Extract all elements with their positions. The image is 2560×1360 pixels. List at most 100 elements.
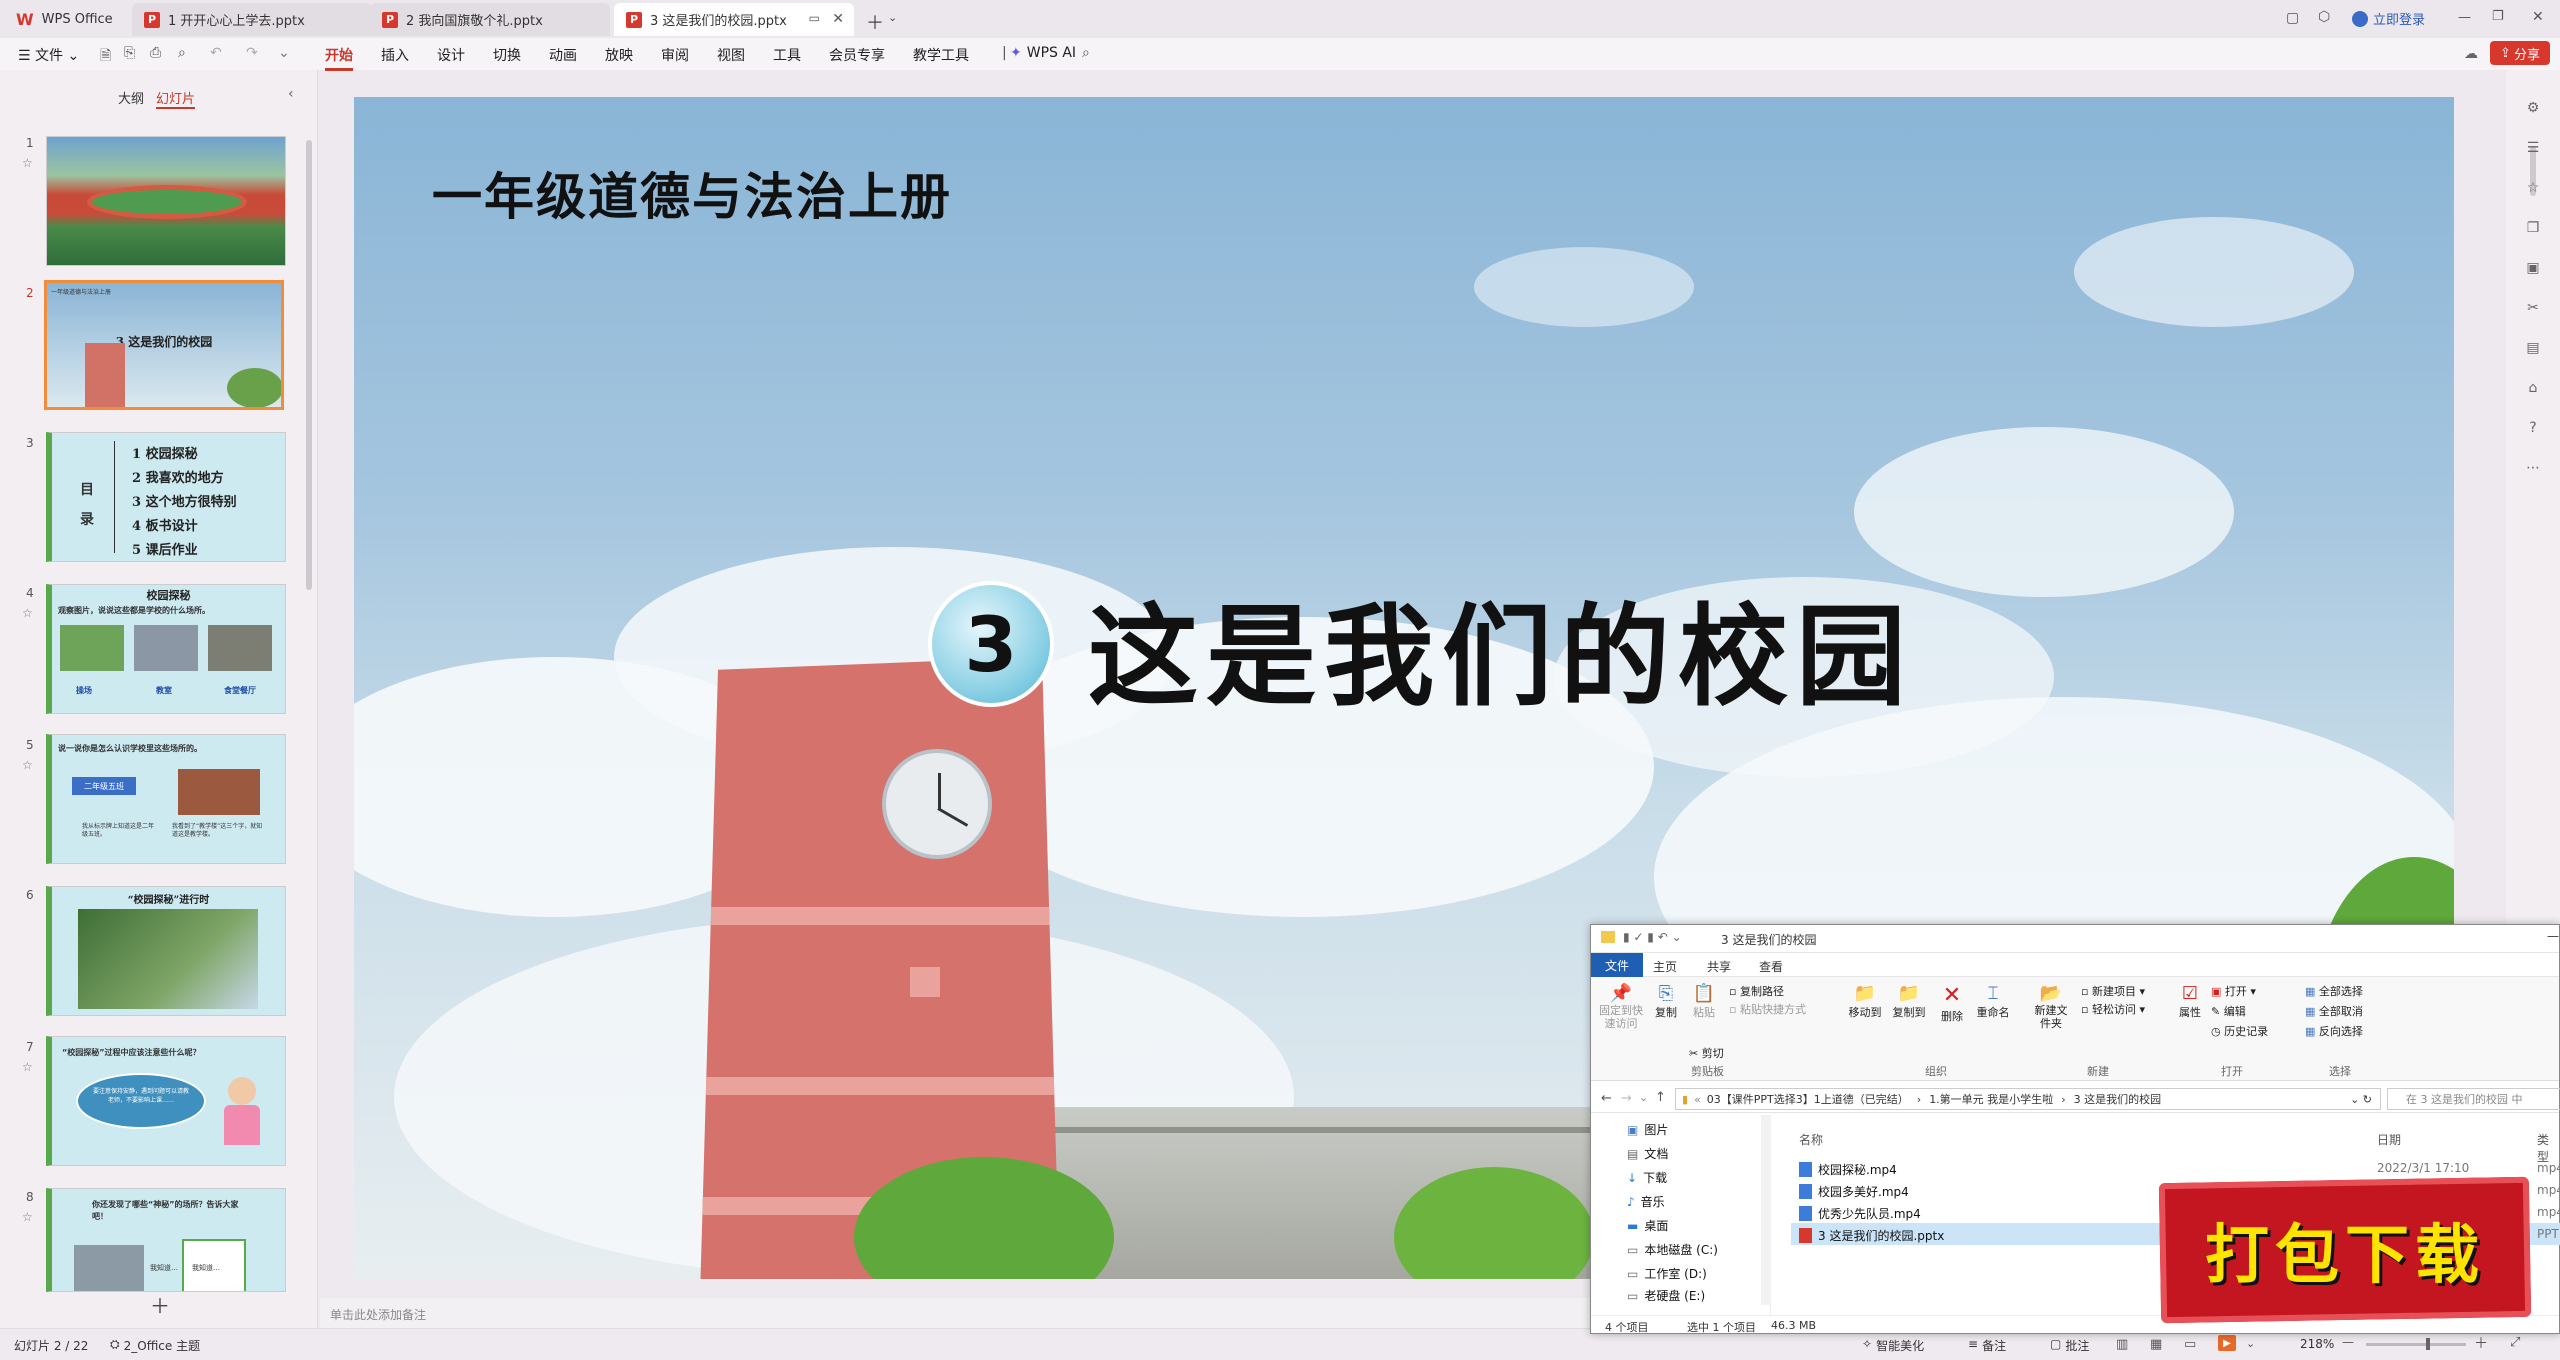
menu-view[interactable]: 视图: [717, 45, 745, 65]
zoom-in-icon[interactable]: ＋: [2474, 1333, 2488, 1353]
menu-animation[interactable]: 动画: [549, 45, 577, 65]
zoom-slider-thumb[interactable]: [2426, 1338, 2430, 1350]
column-header-date[interactable]: 日期: [2377, 1131, 2401, 1148]
file-row[interactable]: 优秀少先队员.mp4: [1799, 1205, 1921, 1222]
nav-pictures[interactable]: ▣ 图片: [1627, 1121, 1668, 1138]
cut-button[interactable]: ✂ 剪切: [1689, 1045, 1724, 1061]
address-input[interactable]: ▮ « 03【课件PPT选择3】1上道德（已完结） › 1.第一单元 我是小学生…: [1675, 1088, 2381, 1110]
ribbon-tab-home[interactable]: 主页: [1653, 958, 1677, 975]
normal-view-icon[interactable]: ▥: [2116, 1337, 2128, 1352]
theme-indicator[interactable]: ⛭ 2_Office 主题: [110, 1337, 200, 1354]
settings-icon[interactable]: ⚙: [2524, 100, 2542, 118]
download-banner[interactable]: 打包下载: [2158, 1176, 2532, 1324]
adjust-icon[interactable]: ☰: [2524, 140, 2542, 158]
invert-selection-button[interactable]: ▦ 反向选择: [2305, 1023, 2363, 1039]
nav-music[interactable]: ♪ 音乐: [1627, 1193, 1665, 1210]
shirt-icon[interactable]: ⌂: [2524, 380, 2542, 398]
minimize-icon[interactable]: —: [2547, 929, 2559, 943]
paste-shortcut-button[interactable]: ▫ 粘贴快捷方式: [1729, 1001, 1806, 1017]
new-tab-icon[interactable]: ＋: [866, 9, 884, 35]
redo-icon[interactable]: ↷: [246, 45, 258, 61]
tab-doc-3[interactable]: P 3 这是我们的校园.pptx ▭ ✕: [614, 3, 854, 36]
menu-review[interactable]: 审阅: [661, 45, 689, 65]
slide-thumbnail-2[interactable]: 一年级道德与法治上册 3 这是我们的校园: [44, 280, 284, 410]
login-button[interactable]: 立即登录: [2352, 9, 2425, 28]
slide-thumbnail-5[interactable]: 说一说你是怎么认识学校里这些场所的。 二年级五班 我从标示牌上知道这是二年级五班…: [46, 734, 286, 864]
address-dropdown-icon[interactable]: ⌄ ↻: [2350, 1093, 2372, 1106]
zoom-slider[interactable]: [2366, 1338, 2466, 1350]
layers-icon[interactable]: ❐: [2524, 220, 2542, 238]
undo-icon[interactable]: ↶: [210, 45, 222, 61]
help-icon[interactable]: ?: [2524, 420, 2542, 438]
copy-path-button[interactable]: ▫ 复制路径: [1729, 983, 1784, 999]
tab-doc-2[interactable]: P 2 我向国旗敬个礼.pptx: [370, 3, 610, 36]
beautify-button[interactable]: ✧ 智能美化: [1862, 1337, 1924, 1354]
reading-view-icon[interactable]: ▭: [2184, 1337, 2196, 1352]
file-row[interactable]: 校园多美好.mp4: [1799, 1183, 1909, 1200]
new-item-button[interactable]: ▫ 新建项目 ▾: [2081, 983, 2145, 999]
close-window-icon[interactable]: ✕: [2532, 9, 2544, 25]
menu-teaching-tools[interactable]: 教学工具: [913, 45, 969, 65]
book-icon[interactable]: ▤: [2524, 340, 2542, 358]
more-icon[interactable]: ⋯: [2524, 460, 2542, 478]
preview-icon[interactable]: ⌕: [178, 45, 186, 61]
cube-icon[interactable]: ⬡: [2318, 9, 2330, 25]
cloud-sync-icon[interactable]: ☁: [2464, 46, 2478, 62]
easy-access-button[interactable]: ▫ 轻松访问 ▾: [2081, 1001, 2145, 1017]
paste-button[interactable]: 📋 粘贴: [1689, 983, 1719, 1020]
column-header-name[interactable]: 名称: [1799, 1131, 1823, 1148]
delete-button[interactable]: ✕ 删除: [1937, 983, 1967, 1024]
save-icon[interactable]: 🗎: [100, 45, 111, 69]
pin-quick-access-button[interactable]: 📌 固定到快速访问: [1597, 983, 1645, 1030]
tab-slides[interactable]: 幻灯片: [156, 88, 196, 109]
select-none-button[interactable]: ▦ 全部取消: [2305, 1003, 2363, 1019]
search-icon[interactable]: ⌕: [1082, 45, 1090, 61]
annotate-button[interactable]: ▢ 批注: [2050, 1337, 2089, 1354]
properties-button[interactable]: ☑ 属性: [2175, 983, 2205, 1020]
export-icon[interactable]: ⎘: [124, 45, 135, 61]
play-slideshow-icon[interactable]: ▶: [2218, 1335, 2236, 1351]
forward-icon[interactable]: →: [1621, 1091, 1632, 1106]
nav-desktop[interactable]: ▬ 桌面: [1627, 1217, 1668, 1234]
tab-doc-1[interactable]: P 1 开开心心上学去.pptx: [132, 3, 372, 36]
up-icon[interactable]: ↑: [1655, 1090, 1666, 1105]
menu-insert[interactable]: 插入: [381, 45, 409, 65]
tab-list-icon[interactable]: ⌄: [888, 11, 897, 24]
image-icon[interactable]: ▣: [2524, 260, 2542, 278]
fit-window-icon[interactable]: ⤢: [2510, 1335, 2520, 1350]
quick-access-toolbar[interactable]: ▮ ✓ ▮ ↶ ⌄: [1623, 930, 1682, 944]
nav-drive-c[interactable]: ▭ 本地磁盘 (C:): [1627, 1241, 1718, 1258]
restore-icon[interactable]: ❐: [2492, 9, 2504, 24]
open-button[interactable]: ▣ 打开 ▾: [2211, 983, 2256, 999]
menu-member[interactable]: 会员专享: [829, 45, 885, 65]
edit-button[interactable]: ✎ 编辑: [2211, 1003, 2246, 1019]
menu-start[interactable]: 开始: [325, 45, 353, 71]
slide-thumbnail-4[interactable]: 校园探秘 观察图片，说说这些都是学校的什么场所。 操场 教室 食堂餐厅: [46, 584, 286, 714]
ribbon-tab-share[interactable]: 共享: [1707, 958, 1731, 975]
breadcrumb[interactable]: 3 这是我们的校园: [2074, 1091, 2162, 1107]
wps-ai-button[interactable]: ✦ WPS AI: [1010, 45, 1076, 61]
nav-drive-e[interactable]: ▭ 老硬盘 (E:): [1627, 1287, 1705, 1304]
recent-dropdown-icon[interactable]: ⌄: [1639, 1091, 1648, 1104]
tab-outline[interactable]: 大纲: [118, 88, 144, 107]
back-icon[interactable]: ←: [1601, 1091, 1612, 1106]
play-dropdown-icon[interactable]: ⌄: [2246, 1337, 2255, 1350]
collapse-panel-icon[interactable]: ‹: [288, 86, 294, 102]
slide-thumbnail-7[interactable]: “校园探秘”过程中应该注意些什么呢？ 要注意保持安静，遇到问题可以请教老师，不要…: [46, 1036, 286, 1166]
history-button[interactable]: ◷ 历史记录: [2211, 1023, 2268, 1039]
copy-to-button[interactable]: 📁 复制到: [1889, 983, 1929, 1020]
more-dropdown-icon[interactable]: ⌄: [278, 45, 290, 61]
add-slide-icon[interactable]: ＋: [150, 1290, 170, 1319]
breadcrumb[interactable]: 03【课件PPT选择3】1上道德（已完结）: [1707, 1091, 1909, 1107]
file-menu[interactable]: ☰ 文件 ⌄: [18, 45, 79, 65]
layout-icon[interactable]: ▢: [2286, 10, 2299, 26]
file-row-selected[interactable]: 3 这是我们的校园.pptx: [1799, 1227, 1944, 1244]
close-tab-icon[interactable]: ✕: [832, 11, 844, 27]
slide-thumbnail-8[interactable]: 你还发现了哪些“神秘”的场所？告诉大家吧！ 我知道… 我知道…: [46, 1188, 286, 1292]
menu-design[interactable]: 设计: [437, 45, 465, 65]
move-to-button[interactable]: 📁 移动到: [1845, 983, 1885, 1020]
nav-drive-d[interactable]: ▭ 工作室 (D:): [1627, 1265, 1707, 1282]
menu-tools[interactable]: 工具: [773, 45, 801, 65]
zoom-level[interactable]: 218%: [2300, 1337, 2334, 1351]
nav-documents[interactable]: ▤ 文档: [1627, 1145, 1668, 1162]
